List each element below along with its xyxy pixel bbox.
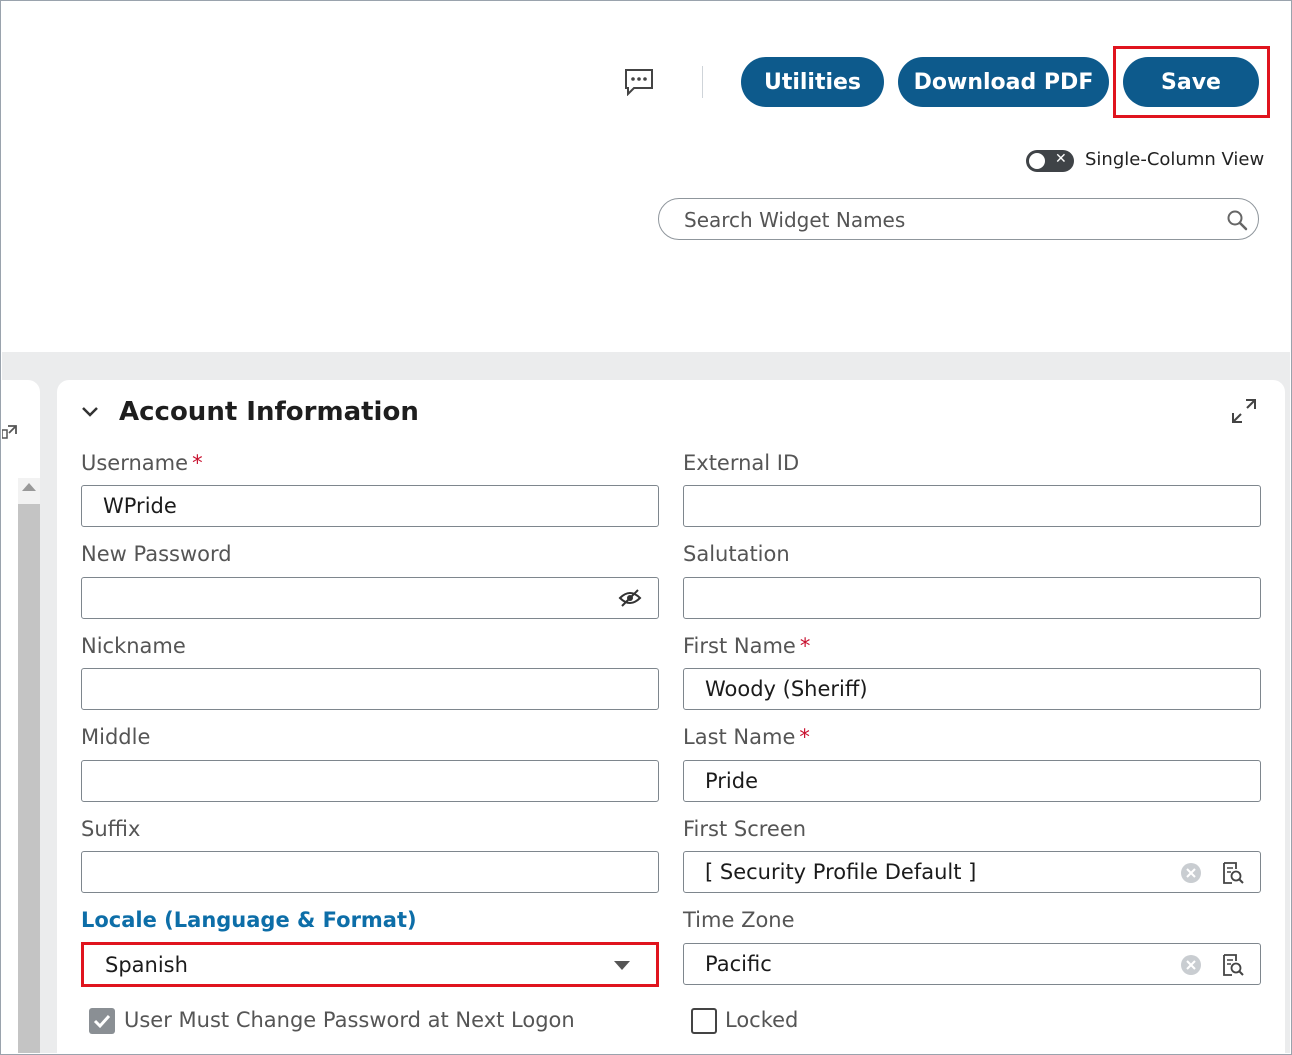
- required-marker: *: [799, 634, 811, 658]
- chevron-down-icon[interactable]: [81, 406, 99, 418]
- first-screen-field[interactable]: [ Security Profile Default ]: [683, 851, 1261, 893]
- suffix-label: Suffix: [81, 817, 141, 841]
- page-header: Utilities Download PDF Save ✕ Single-Col…: [2, 2, 1290, 352]
- locale-label: Locale (Language & Format): [81, 908, 417, 932]
- new-password-label: New Password: [81, 542, 232, 566]
- dropdown-arrow-icon[interactable]: [614, 961, 630, 970]
- username-field[interactable]: WPride: [81, 485, 659, 527]
- first-name-field[interactable]: Woody (Sheriff): [683, 668, 1261, 710]
- search-widget-input[interactable]: Search Widget Names: [658, 198, 1259, 240]
- account-information-card: Account Information Username * WPride Ext…: [57, 380, 1285, 1053]
- first-name-label: First Name *: [683, 634, 811, 658]
- external-id-label: External ID: [683, 451, 800, 475]
- new-password-field[interactable]: [81, 577, 659, 619]
- locked-checkbox[interactable]: [691, 1008, 717, 1034]
- clear-icon[interactable]: [1180, 862, 1202, 884]
- nickname-field[interactable]: [81, 668, 659, 710]
- scroll-up-arrow-icon[interactable]: [22, 483, 36, 491]
- external-id-field[interactable]: [683, 485, 1261, 527]
- must-change-password-label: User Must Change Password at Next Logon: [124, 1008, 575, 1032]
- locale-value: Spanish: [105, 953, 188, 977]
- username-value: WPride: [103, 494, 177, 518]
- lookup-icon[interactable]: [1222, 953, 1244, 977]
- username-label: Username *: [81, 451, 203, 475]
- content-area: Account Information Username * WPride Ext…: [2, 352, 1290, 1053]
- suffix-field[interactable]: [81, 851, 659, 893]
- first-name-value: Woody (Sheriff): [705, 677, 868, 701]
- scrollbar-thumb[interactable]: [18, 504, 40, 1053]
- required-marker: *: [192, 451, 203, 475]
- maximize-icon[interactable]: [1229, 396, 1259, 426]
- search-placeholder: Search Widget Names: [684, 208, 906, 232]
- salutation-label: Salutation: [683, 542, 790, 566]
- app-frame: Utilities Download PDF Save ✕ Single-Col…: [0, 0, 1292, 1055]
- single-column-toggle[interactable]: ✕: [1026, 150, 1074, 172]
- clear-icon[interactable]: [1180, 954, 1202, 976]
- comments-icon[interactable]: [624, 68, 654, 96]
- time-zone-label: Time Zone: [683, 908, 795, 932]
- first-screen-label: First Screen: [683, 817, 807, 841]
- locale-select[interactable]: Spanish: [81, 942, 659, 987]
- toolbar-divider: [702, 66, 703, 98]
- search-icon[interactable]: [1226, 209, 1248, 231]
- middle-field[interactable]: [81, 760, 659, 802]
- locked-label: Locked: [725, 1008, 799, 1032]
- download-pdf-button[interactable]: Download PDF: [898, 57, 1109, 107]
- checkmark-icon: [93, 1014, 111, 1029]
- last-name-value: Pride: [705, 769, 759, 793]
- salutation-field[interactable]: [683, 577, 1261, 619]
- last-name-field[interactable]: Pride: [683, 760, 1261, 802]
- save-button-highlight: [1113, 46, 1270, 118]
- utilities-button[interactable]: Utilities: [741, 57, 884, 107]
- first-screen-value: [ Security Profile Default ]: [705, 860, 977, 884]
- must-change-password-checkbox[interactable]: [89, 1008, 115, 1034]
- toggle-off-icon: ✕: [1055, 151, 1067, 167]
- time-zone-value: Pacific: [705, 952, 772, 976]
- time-zone-field[interactable]: Pacific: [683, 943, 1261, 985]
- lookup-icon[interactable]: [1222, 861, 1244, 885]
- expand-icon[interactable]: [2, 424, 18, 442]
- required-marker: *: [799, 725, 810, 749]
- nickname-label: Nickname: [81, 634, 186, 658]
- section-title: Account Information: [119, 397, 419, 427]
- last-name-label: Last Name *: [683, 725, 810, 749]
- single-column-label: Single-Column View: [1085, 149, 1265, 170]
- left-widget-panel: [2, 380, 40, 1053]
- toggle-knob: [1029, 153, 1045, 169]
- middle-label: Middle: [81, 725, 151, 749]
- hide-password-icon[interactable]: [618, 588, 642, 608]
